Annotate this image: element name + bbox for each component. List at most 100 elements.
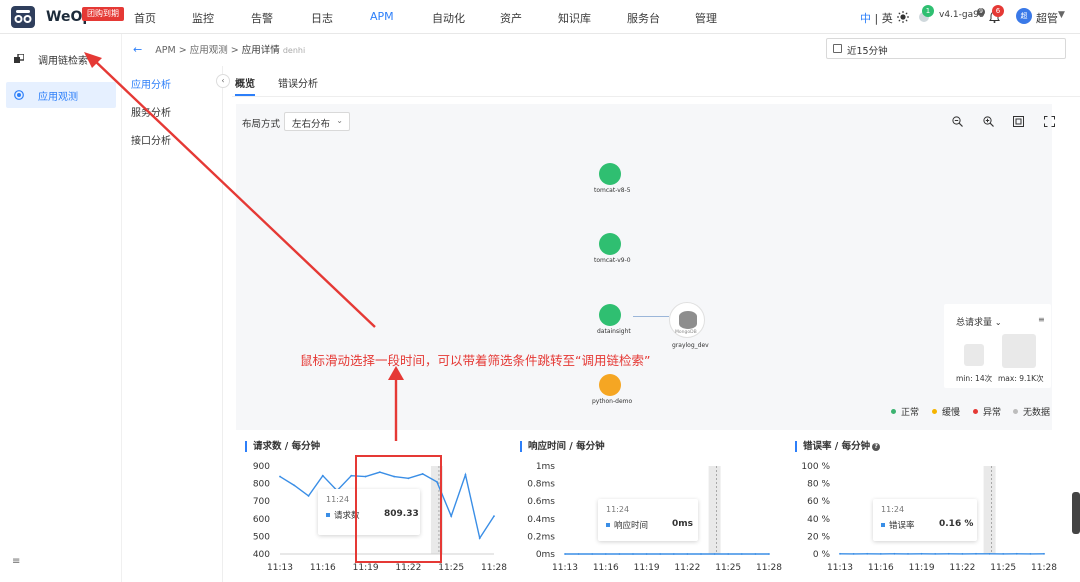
service-node-tomcat-v9-0[interactable] — [599, 233, 621, 255]
zoom-in-icon[interactable] — [983, 116, 994, 127]
active-tab-indicator — [235, 94, 255, 96]
size-max-sample — [1002, 334, 1036, 368]
x-tick-label: 11:28 — [756, 563, 782, 573]
time-range-picker[interactable]: 近15分钟 — [826, 38, 1066, 59]
help-icon[interactable]: ? — [872, 443, 881, 451]
tooltip-value: 0.16 % — [939, 519, 974, 529]
breadcrumb-current: 应用详情 — [241, 45, 280, 56]
legend-no-data: 无数据 — [1013, 405, 1050, 418]
nav-assets[interactable]: 资产 — [500, 10, 522, 26]
y-tick-label: 0ms — [536, 550, 555, 560]
filter-icon[interactable]: ≡ — [1038, 315, 1045, 324]
sidebar-item-trace-search[interactable]: 调用链检索 — [6, 46, 116, 72]
node-label: python-demo — [592, 398, 633, 405]
series-marker — [881, 523, 885, 527]
data-point — [659, 553, 662, 555]
data-point — [493, 515, 495, 518]
x-tick-label: 11:22 — [674, 563, 700, 573]
subnav-api-analysis[interactable]: 接口分析 — [131, 132, 171, 147]
series-marker — [326, 513, 330, 517]
x-tick-label: 11:19 — [909, 563, 935, 573]
breadcrumb: ← APM > 应用观测 > 应用详情 denhi — [133, 42, 305, 56]
breadcrumb-app-observe[interactable]: 应用观测 — [190, 45, 228, 56]
y-tick-label: 400 — [253, 550, 270, 560]
chevron-left-icon[interactable]: ‹ — [216, 74, 230, 88]
data-point — [364, 475, 367, 478]
version-help-icon[interactable]: 9 — [977, 8, 985, 16]
service-node-python-demo[interactable] — [599, 374, 621, 396]
data-point — [618, 553, 621, 555]
x-tick-label: 11:22 — [395, 563, 421, 573]
data-point — [436, 480, 438, 483]
data-point — [907, 553, 909, 555]
data-point — [740, 553, 743, 555]
size-min-sample — [964, 344, 984, 366]
x-tick-label: 11:28 — [481, 563, 507, 573]
data-point — [321, 474, 324, 477]
sidebar-item-app-observe[interactable]: 应用观测 — [6, 82, 116, 108]
top-bar: WeOps 团购到期 首页 监控 告警 日志 APM 自动化 资产 知识库 服务… — [0, 0, 1080, 34]
data-point — [1015, 552, 1018, 555]
subnav-app-analysis[interactable]: 应用分析 — [131, 76, 171, 91]
chevron-down-icon[interactable]: ▼ — [1058, 10, 1065, 20]
subnav-service-analysis[interactable]: 服务分析 — [131, 104, 171, 119]
breadcrumb-apm[interactable]: APM — [155, 45, 175, 56]
nav-automation[interactable]: 自动化 — [432, 10, 465, 26]
nav-knowledge[interactable]: 知识库 — [558, 10, 591, 26]
y-tick-label: 0.6ms — [527, 497, 555, 507]
data-point — [421, 473, 424, 475]
legend-title[interactable]: 总请求量 ⌄ — [956, 315, 1002, 328]
left-sidebar: 调用链检索 应用观测 ≡ — [0, 34, 122, 582]
chart-title-errors: 错误率 / 每分钟? — [795, 441, 881, 452]
tooltip-value: 809.33 — [384, 509, 419, 519]
scrollbar-thumb[interactable] — [1072, 492, 1080, 534]
y-tick-label: 600 — [253, 515, 270, 525]
nav-log[interactable]: 日志 — [311, 10, 333, 26]
language-switch[interactable]: 中 | 英 — [860, 10, 893, 26]
theme-sun-icon[interactable] — [897, 11, 909, 23]
y-tick-label: 80 % — [807, 480, 830, 490]
y-tick-label: 60 % — [807, 497, 830, 507]
y-tick-label: 100 % — [801, 462, 830, 472]
alert-count-badge: 6 — [992, 5, 1004, 17]
avatar[interactable]: 超 — [1016, 8, 1032, 24]
tooltip-time: 11:24 — [606, 505, 630, 514]
x-tick-label: 11:28 — [1031, 563, 1057, 573]
nav-admin[interactable]: 管理 — [695, 10, 717, 26]
node-label: tomcat-v8-5 — [594, 187, 631, 194]
breadcrumb-separator: > — [178, 45, 187, 56]
notification-count-badge: 1 — [922, 5, 934, 17]
lang-zh[interactable]: 中 — [860, 12, 871, 25]
x-tick-label: 11:19 — [353, 563, 379, 573]
data-point — [839, 552, 841, 555]
lang-en[interactable]: 英 — [882, 12, 893, 25]
data-point — [645, 553, 648, 555]
hover-band — [708, 466, 721, 554]
fullscreen-icon[interactable] — [1044, 116, 1055, 127]
data-point — [478, 537, 481, 540]
nav-service-desk[interactable]: 服务台 — [627, 10, 660, 26]
hover-band — [983, 466, 996, 554]
database-node-graylog[interactable]: MongoDB — [669, 302, 705, 338]
collapse-sidebar-icon[interactable]: ≡ — [12, 556, 20, 567]
data-point — [920, 552, 923, 555]
fit-view-icon[interactable] — [1013, 116, 1024, 127]
nav-apm[interactable]: APM — [370, 10, 394, 23]
database-type-label: MongoDB — [675, 330, 697, 335]
user-name[interactable]: 超管 — [1036, 10, 1058, 26]
service-node-tomcat-v8-5[interactable] — [599, 163, 621, 185]
topology-canvas[interactable]: 布局方式 左右分布 ⌄ tomcat-v8-5 tomcat-v9-0 data… — [236, 104, 1055, 430]
weops-logo-icon[interactable] — [10, 5, 36, 29]
nav-monitor[interactable]: 监控 — [192, 10, 214, 26]
zoom-out-icon[interactable] — [952, 116, 963, 127]
layout-select[interactable]: 左右分布 ⌄ — [284, 112, 350, 131]
nav-home[interactable]: 首页 — [134, 10, 156, 26]
tab-overview[interactable]: 概览 — [235, 75, 255, 90]
service-node-datainsight[interactable] — [599, 304, 621, 326]
tooltip-time: 11:24 — [881, 505, 905, 514]
legend-min: min: 14次 — [956, 374, 993, 383]
back-arrow-icon[interactable]: ← — [133, 43, 142, 56]
y-tick-label: 800 — [253, 480, 270, 490]
tab-error-analysis[interactable]: 错误分析 — [278, 75, 318, 90]
nav-alert[interactable]: 告警 — [251, 10, 273, 26]
